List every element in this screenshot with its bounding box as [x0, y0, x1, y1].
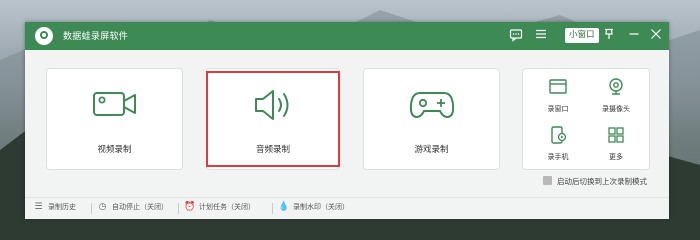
more-label: 更多: [609, 153, 623, 161]
watermark-button[interactable]: 💧 录制水印（关闭）: [278, 202, 349, 212]
auto-stop-label: 自动停止（关闭）: [112, 203, 168, 211]
phone-record-label: 录手机: [547, 153, 569, 161]
title-bar: 数据蛙录屏软件 小窗口: [25, 22, 669, 50]
video-record-card[interactable]: 视频录制: [46, 68, 183, 170]
watermark-label: 录制水印（关闭）: [293, 203, 349, 211]
game-record-card[interactable]: 游戏录制: [363, 68, 500, 170]
webcam-icon: [609, 78, 623, 95]
auto-switch-label: 启动后切换到上次录制模式: [557, 177, 647, 186]
mini-window-button[interactable]: 小窗口: [565, 28, 599, 43]
schedule-task-button[interactable]: ⏰ 计划任务（关闭）: [184, 202, 255, 212]
schedule-task-label: 计划任务（关闭）: [199, 203, 255, 211]
list-icon: ☰: [34, 202, 43, 212]
app-logo-icon: [35, 27, 53, 45]
window-record-label: 录窗口: [547, 105, 569, 113]
gamepad-icon: [409, 92, 454, 118]
alarm-icon: ⏰: [184, 202, 196, 212]
game-record-label: 游戏录制: [414, 145, 449, 155]
footer-divider: [178, 203, 179, 214]
video-camera-icon: [92, 92, 136, 116]
phone-record-icon: [551, 126, 567, 144]
chat-icon[interactable]: [508, 28, 524, 44]
app-title: 数据蛙录屏软件: [63, 32, 129, 42]
footer-bar: ☰ 录制历史 ◷ 自动停止（关闭） ⏰ 计划任务（关闭） 💧 录制水印（关闭）: [25, 197, 669, 219]
footer-divider: [91, 203, 92, 214]
close-icon[interactable]: [648, 28, 664, 44]
grid-more-icon: [608, 127, 624, 143]
video-record-label: 视频录制: [97, 145, 132, 155]
menu-icon[interactable]: [533, 28, 549, 44]
minimize-icon[interactable]: [626, 28, 642, 44]
pin-icon[interactable]: [601, 28, 617, 44]
footer-divider: [272, 203, 273, 214]
webcam-record-label: 录摄像头: [602, 105, 630, 113]
window-record-button[interactable]: 录窗口: [530, 71, 586, 117]
droplet-icon: 💧: [278, 202, 290, 212]
record-history-button[interactable]: ☰ 录制历史: [33, 202, 76, 212]
window-record-icon: [549, 79, 567, 94]
auto-switch-option[interactable]: 启动后切换到上次录制模式: [543, 176, 647, 187]
more-button[interactable]: 更多: [588, 119, 644, 165]
more-tools-panel: 录窗口 录摄像头 录手机 更多: [522, 68, 650, 170]
auto-switch-checkbox[interactable]: [543, 176, 552, 185]
record-history-label: 录制历史: [48, 203, 76, 211]
auto-stop-button[interactable]: ◷ 自动停止（关闭）: [97, 202, 168, 212]
selection-highlight: [206, 71, 340, 167]
app-window: 数据蛙录屏软件 小窗口 视频录制 音频录制 游戏录制 录窗口 录摄像头 录手机 …: [25, 22, 669, 219]
webcam-record-button[interactable]: 录摄像头: [588, 71, 644, 117]
clock-icon: ◷: [98, 202, 107, 212]
phone-record-button[interactable]: 录手机: [530, 119, 586, 165]
